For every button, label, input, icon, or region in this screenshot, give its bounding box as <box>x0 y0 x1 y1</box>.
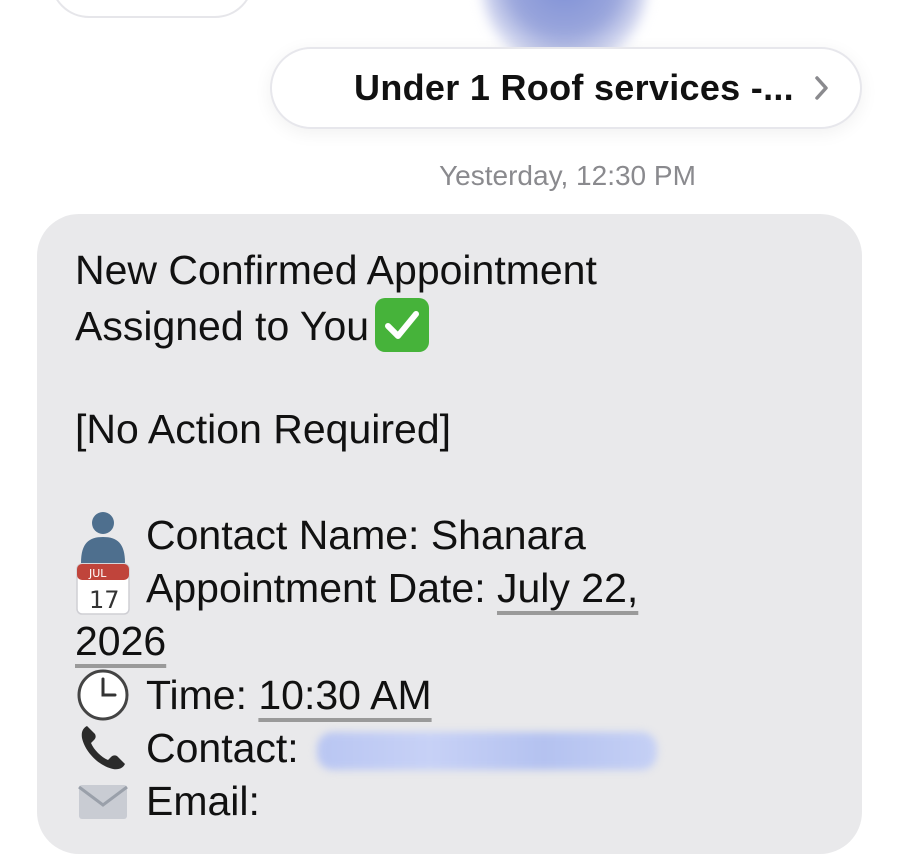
appointment-date-line: Appointment Date: July 22, <box>146 568 638 609</box>
time-value-link[interactable]: 10:30 AM <box>258 672 431 718</box>
message-note: [No Action Required] <box>75 406 452 452</box>
message-title-line2: Assigned to You <box>75 298 430 356</box>
time-line: Time: 10:30 AM <box>146 675 432 716</box>
message-title-line1: New Confirmed Appointment <box>75 247 597 293</box>
telephone-receiver-icon <box>81 726 125 770</box>
appointment-date-link-part2[interactable]: 2026 <box>75 618 166 664</box>
contact-name-pill[interactable]: Under 1 Roof services -... <box>270 47 862 129</box>
calendar-icon-day: 17 <box>89 586 120 614</box>
contact-line: Contact: <box>146 725 657 771</box>
calendar-icon-month: JUL <box>88 567 107 580</box>
redacted-phone-number[interactable] <box>316 732 657 771</box>
appointment-date-label: Appointment Date: <box>146 565 497 611</box>
envelope-icon <box>78 785 128 819</box>
message-timestamp: Yesterday, 12:30 PM <box>439 160 696 191</box>
previous-bubble-edge <box>50 0 254 18</box>
calendar-icon: JUL 17 <box>76 563 130 615</box>
clock-icon <box>77 669 129 721</box>
message-title-line2-text: Assigned to You <box>75 302 370 349</box>
bust-in-silhouette-icon <box>81 512 125 563</box>
contact-label: Contact: <box>146 725 299 771</box>
appointment-date-year-line: 2026 <box>75 621 166 662</box>
appointment-date-link-part1[interactable]: July 22, <box>497 565 638 611</box>
check-mark-button-icon <box>375 298 430 352</box>
chevron-right-icon <box>815 76 828 100</box>
email-line: Email: <box>146 778 260 824</box>
time-label: Time: <box>146 672 259 718</box>
contact-name-line: Contact Name: Shanara <box>146 512 586 558</box>
contact-pill-label: Under 1 Roof services -... <box>354 67 794 108</box>
